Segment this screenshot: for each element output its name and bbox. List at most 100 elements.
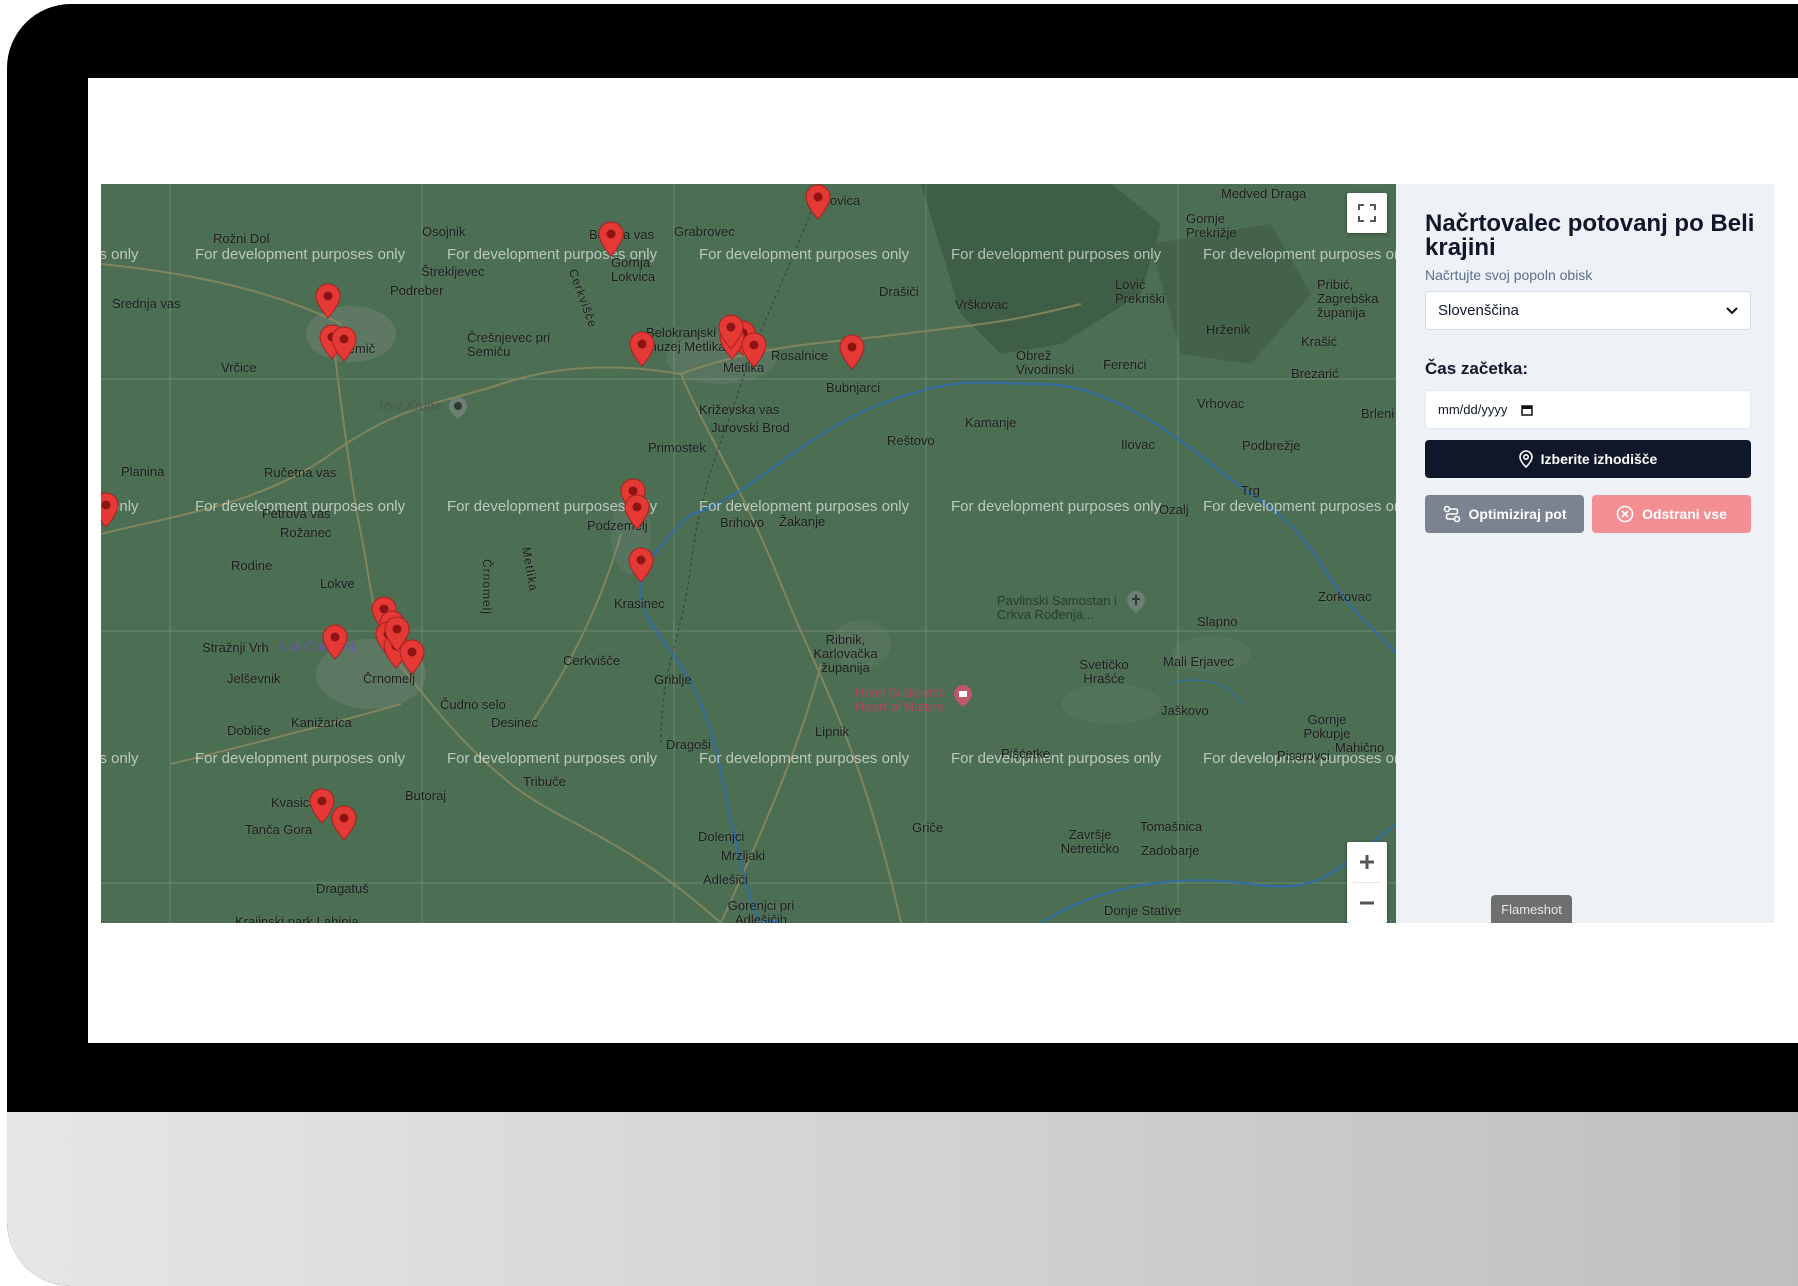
map-marker-pin[interactable] [718,314,744,350]
remove-all-button[interactable]: Odstrani vse [1592,495,1751,533]
map-place-label: Ilovac [1121,437,1155,452]
map-place-label: Gornje Prekrižje [1186,211,1237,240]
map-place-label: Butoraj [405,788,447,803]
map-marker-pin[interactable] [628,547,654,583]
map-place-label: Brezarić [1291,366,1339,381]
map-watermark: For development purposes only [699,246,910,263]
landmark-icon [449,397,467,419]
monitor-stand-chin [7,1112,1798,1286]
map-place-label: Štrekljevec [421,264,485,279]
map-marker-pin[interactable] [384,616,410,652]
map-place-label: Tomašnica [1140,819,1203,834]
app-root: es only For development purposes only Fo… [101,184,1774,923]
map-place-label: Griblje [654,672,692,687]
map-place-label: Dolenjci [698,829,745,844]
map-place-label: Kanižarica [291,715,352,730]
map-place-label: Cerkvišče [563,653,621,668]
map-view[interactable]: es only For development purposes only Fo… [101,184,1396,923]
map-place-label: Tanča Gora [245,822,313,837]
map-place-label: Krašić [1301,334,1338,349]
map-marker-pin[interactable] [839,334,865,370]
language-select-value: Slovenščina [1438,302,1519,319]
close-circle-icon [1616,505,1634,523]
map-place-label: Gorenjci pri Adlešičih [727,898,795,924]
map-place-label: Zadobarje [1141,843,1200,858]
map-marker-pin[interactable] [331,805,357,841]
map-marker-pin[interactable] [331,326,357,362]
map-pin-icon [1518,450,1533,468]
map-place-label: Rodine [231,558,273,573]
fullscreen-button[interactable] [1347,193,1387,233]
map-marker-pin[interactable] [741,332,767,368]
map-place-label: Žakanje [779,514,826,529]
map-place-label: Ručetna vas [264,465,337,480]
route-icon [1443,505,1460,523]
map-place-label: Jaškovo [1161,703,1209,718]
map-place-label: Reštovo [887,433,935,448]
date-input-value: mm/dd/yyyy [1438,402,1508,417]
map-watermark: For development purposes only [195,750,406,767]
map-place-label: Čudno selo [440,697,506,712]
map-place-label: Gornja Lokvica [611,255,656,284]
map-place-label: Jurovski Brod [711,420,790,435]
map-place-label: Grabrovec [674,224,735,239]
map-place-label: Svetičko Hrašće [1079,657,1129,686]
map-place-label: Brihovo [720,515,765,530]
map-place-label: Planina [121,464,165,479]
map-place-label: Vrhovac [1197,396,1245,411]
zoom-out-button[interactable] [1347,883,1387,923]
map-place-label: Srednja vas [112,296,181,311]
map-watermark: es only [101,246,139,263]
map-place-label: Donje Stative [1104,903,1182,918]
map-marker-pin[interactable] [322,624,348,660]
map-place-label: Krasinec [614,596,665,611]
map-place-label: Mrzljaki [721,848,766,863]
language-select[interactable]: Slovenščina [1425,291,1751,330]
poi-label[interactable]: Izvir Krupe [379,399,441,413]
map-place-label: Trg [1241,483,1261,498]
map-place-label: Dragoši [666,737,711,752]
map-place-label: Lipnik [815,724,849,739]
map-marker-pin[interactable] [101,492,119,528]
map-place-label: Gornje Pokupje [1303,712,1351,741]
select-start-button[interactable]: Izberite izhodišče [1425,440,1751,478]
map-place-label: Pišćetke [1001,746,1051,761]
plus-icon [1360,855,1374,869]
map-place-label: Stražnji Vrh [202,640,269,655]
map-marker-pin[interactable] [315,283,341,319]
map-place-label: Griče [912,820,944,835]
church-icon [1127,591,1145,613]
map-place-label: Slapno [1197,614,1238,629]
map-marker-pin[interactable] [629,331,655,367]
map-place-label: Lokve [320,576,355,591]
map-place-label: Mali Erjavec [1163,654,1234,669]
poi-label[interactable]: Pavlinski Samostan i Crkva Rođenja... [997,594,1127,622]
zoom-in-button[interactable] [1347,842,1387,882]
map-place-label: Rosalnice [771,348,829,363]
map-place-label: Dragatuš [316,881,369,896]
map-marker-pin[interactable] [624,494,650,530]
map-watermark: For development purposes only [195,246,406,263]
map-place-label: Jelševnik [227,671,281,686]
calendar-icon[interactable] [1521,404,1534,416]
map-marker-pin[interactable] [598,221,624,257]
planner-panel: Načrtovalec potovanj po Beli krajini Nač… [1396,184,1774,923]
map-place-label: Medved Draga [1221,186,1307,201]
map-place-label: Hrženik [1206,322,1251,337]
map-place-label: Dobliče [227,723,271,738]
map-marker-pin[interactable] [805,184,831,220]
map-base-layer [101,184,1396,923]
map-place-label: Mahično [1335,740,1385,755]
map-watermark: For development purposes only [1203,246,1396,263]
map-place-label: Brleni [1361,406,1395,421]
map-place-label: Črešnjevec pri Semiču [467,330,551,359]
chevron-down-icon [1726,306,1738,314]
optimize-route-button[interactable]: Optimiziraj pot [1425,495,1584,533]
start-date-input[interactable]: mm/dd/yyyy [1425,390,1751,429]
start-time-label: Čas začetka: [1425,359,1529,378]
map-place-label: Obrež Vivodinski [1016,348,1075,377]
map-place-label: Ribnik, Karlovačka županija [813,632,878,675]
map-place-label: Rožni Dol [213,231,270,246]
map-place-label: Adlešiči [703,872,748,887]
map-place-label: Drašiči [879,284,919,299]
